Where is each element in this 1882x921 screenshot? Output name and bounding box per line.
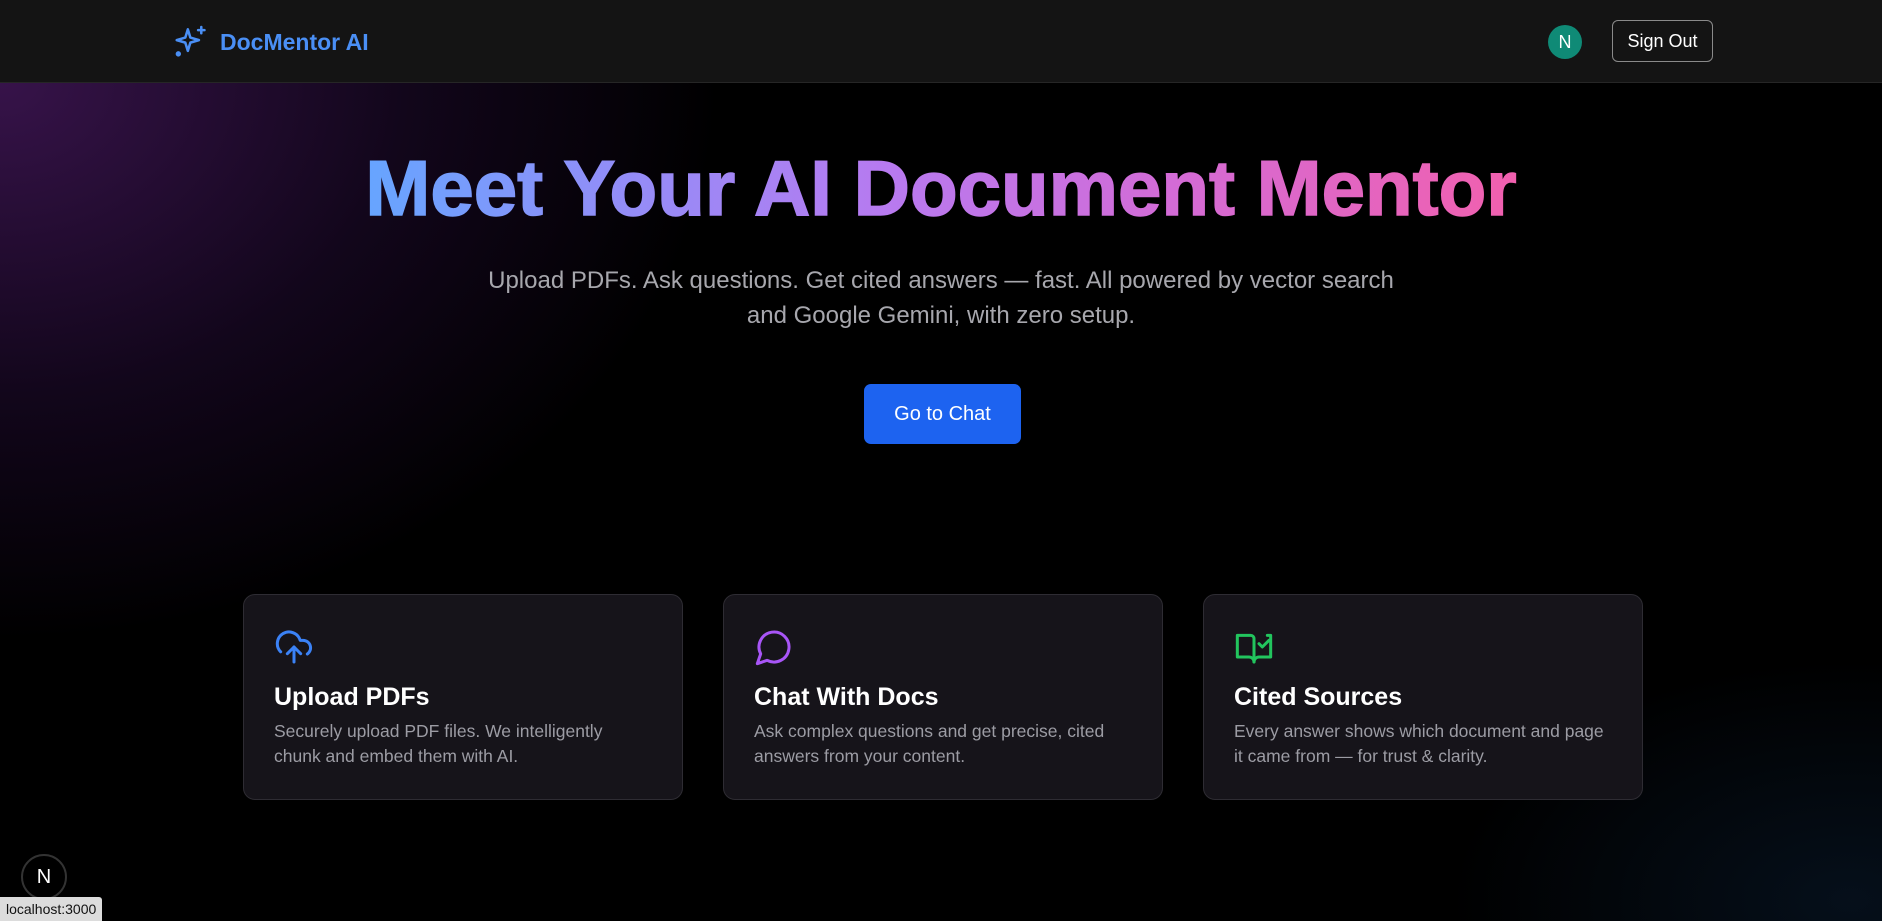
top-nav: DocMentor AI N Sign Out: [0, 0, 1882, 83]
feature-title: Upload PDFs: [274, 683, 430, 711]
book-check-icon: [1235, 633, 1273, 664]
hero-title: Meet Your AI Document Mentor: [0, 148, 1882, 228]
sign-out-button[interactable]: Sign Out: [1612, 20, 1713, 62]
brand-link[interactable]: DocMentor AI: [172, 22, 369, 62]
hero-subtitle-line2: and Google Gemini, with zero setup.: [746, 302, 1136, 329]
avatar[interactable]: N: [1548, 25, 1582, 59]
chat-bubble-icon: [755, 630, 791, 666]
brand-name: DocMentor AI: [220, 28, 369, 55]
feature-desc-line1: Every answer shows which document and pa…: [1234, 721, 1604, 741]
feature-description: Ask complex questions and get precise, c…: [754, 719, 1144, 769]
feature-card-upload: Upload PDFs Securely upload PDF files. W…: [243, 594, 683, 800]
hero-subtitle-line1: Upload PDFs. Ask questions. Get cited an…: [488, 267, 1394, 294]
feature-card-cited: Cited Sources Every answer shows which d…: [1203, 594, 1643, 800]
nextjs-dev-badge[interactable]: N: [21, 854, 67, 900]
avatar-initial: N: [1558, 31, 1572, 52]
feature-desc-line2: it came from — for trust & clarity.: [1234, 746, 1488, 766]
nextjs-logo-icon: N: [36, 865, 52, 888]
feature-title: Cited Sources: [1234, 683, 1403, 711]
hero-subtitle: Upload PDFs. Ask questions. Get cited an…: [441, 263, 1441, 333]
cloud-upload-icon: [275, 630, 313, 664]
feature-description: Securely upload PDF files. We intelligen…: [274, 719, 664, 769]
feature-desc-line1: Ask complex questions and get precise, c…: [754, 721, 1105, 741]
feature-card-chat: Chat With Docs Ask complex questions and…: [723, 594, 1163, 800]
hero-title-text: Meet Your AI Document Mentor: [365, 144, 1518, 232]
feature-desc-line1: Securely upload PDF files. We intelligen…: [274, 721, 603, 741]
feature-desc-line2: chunk and embed them with AI.: [274, 746, 519, 766]
feature-title: Chat With Docs: [754, 683, 939, 711]
feature-desc-line2: answers from your content.: [754, 746, 966, 766]
go-to-chat-button[interactable]: Go to Chat: [864, 384, 1021, 444]
sparkles-icon: [175, 25, 206, 57]
feature-description: Every answer shows which document and pa…: [1234, 719, 1624, 769]
status-bar-url: localhost:3000: [0, 897, 103, 921]
